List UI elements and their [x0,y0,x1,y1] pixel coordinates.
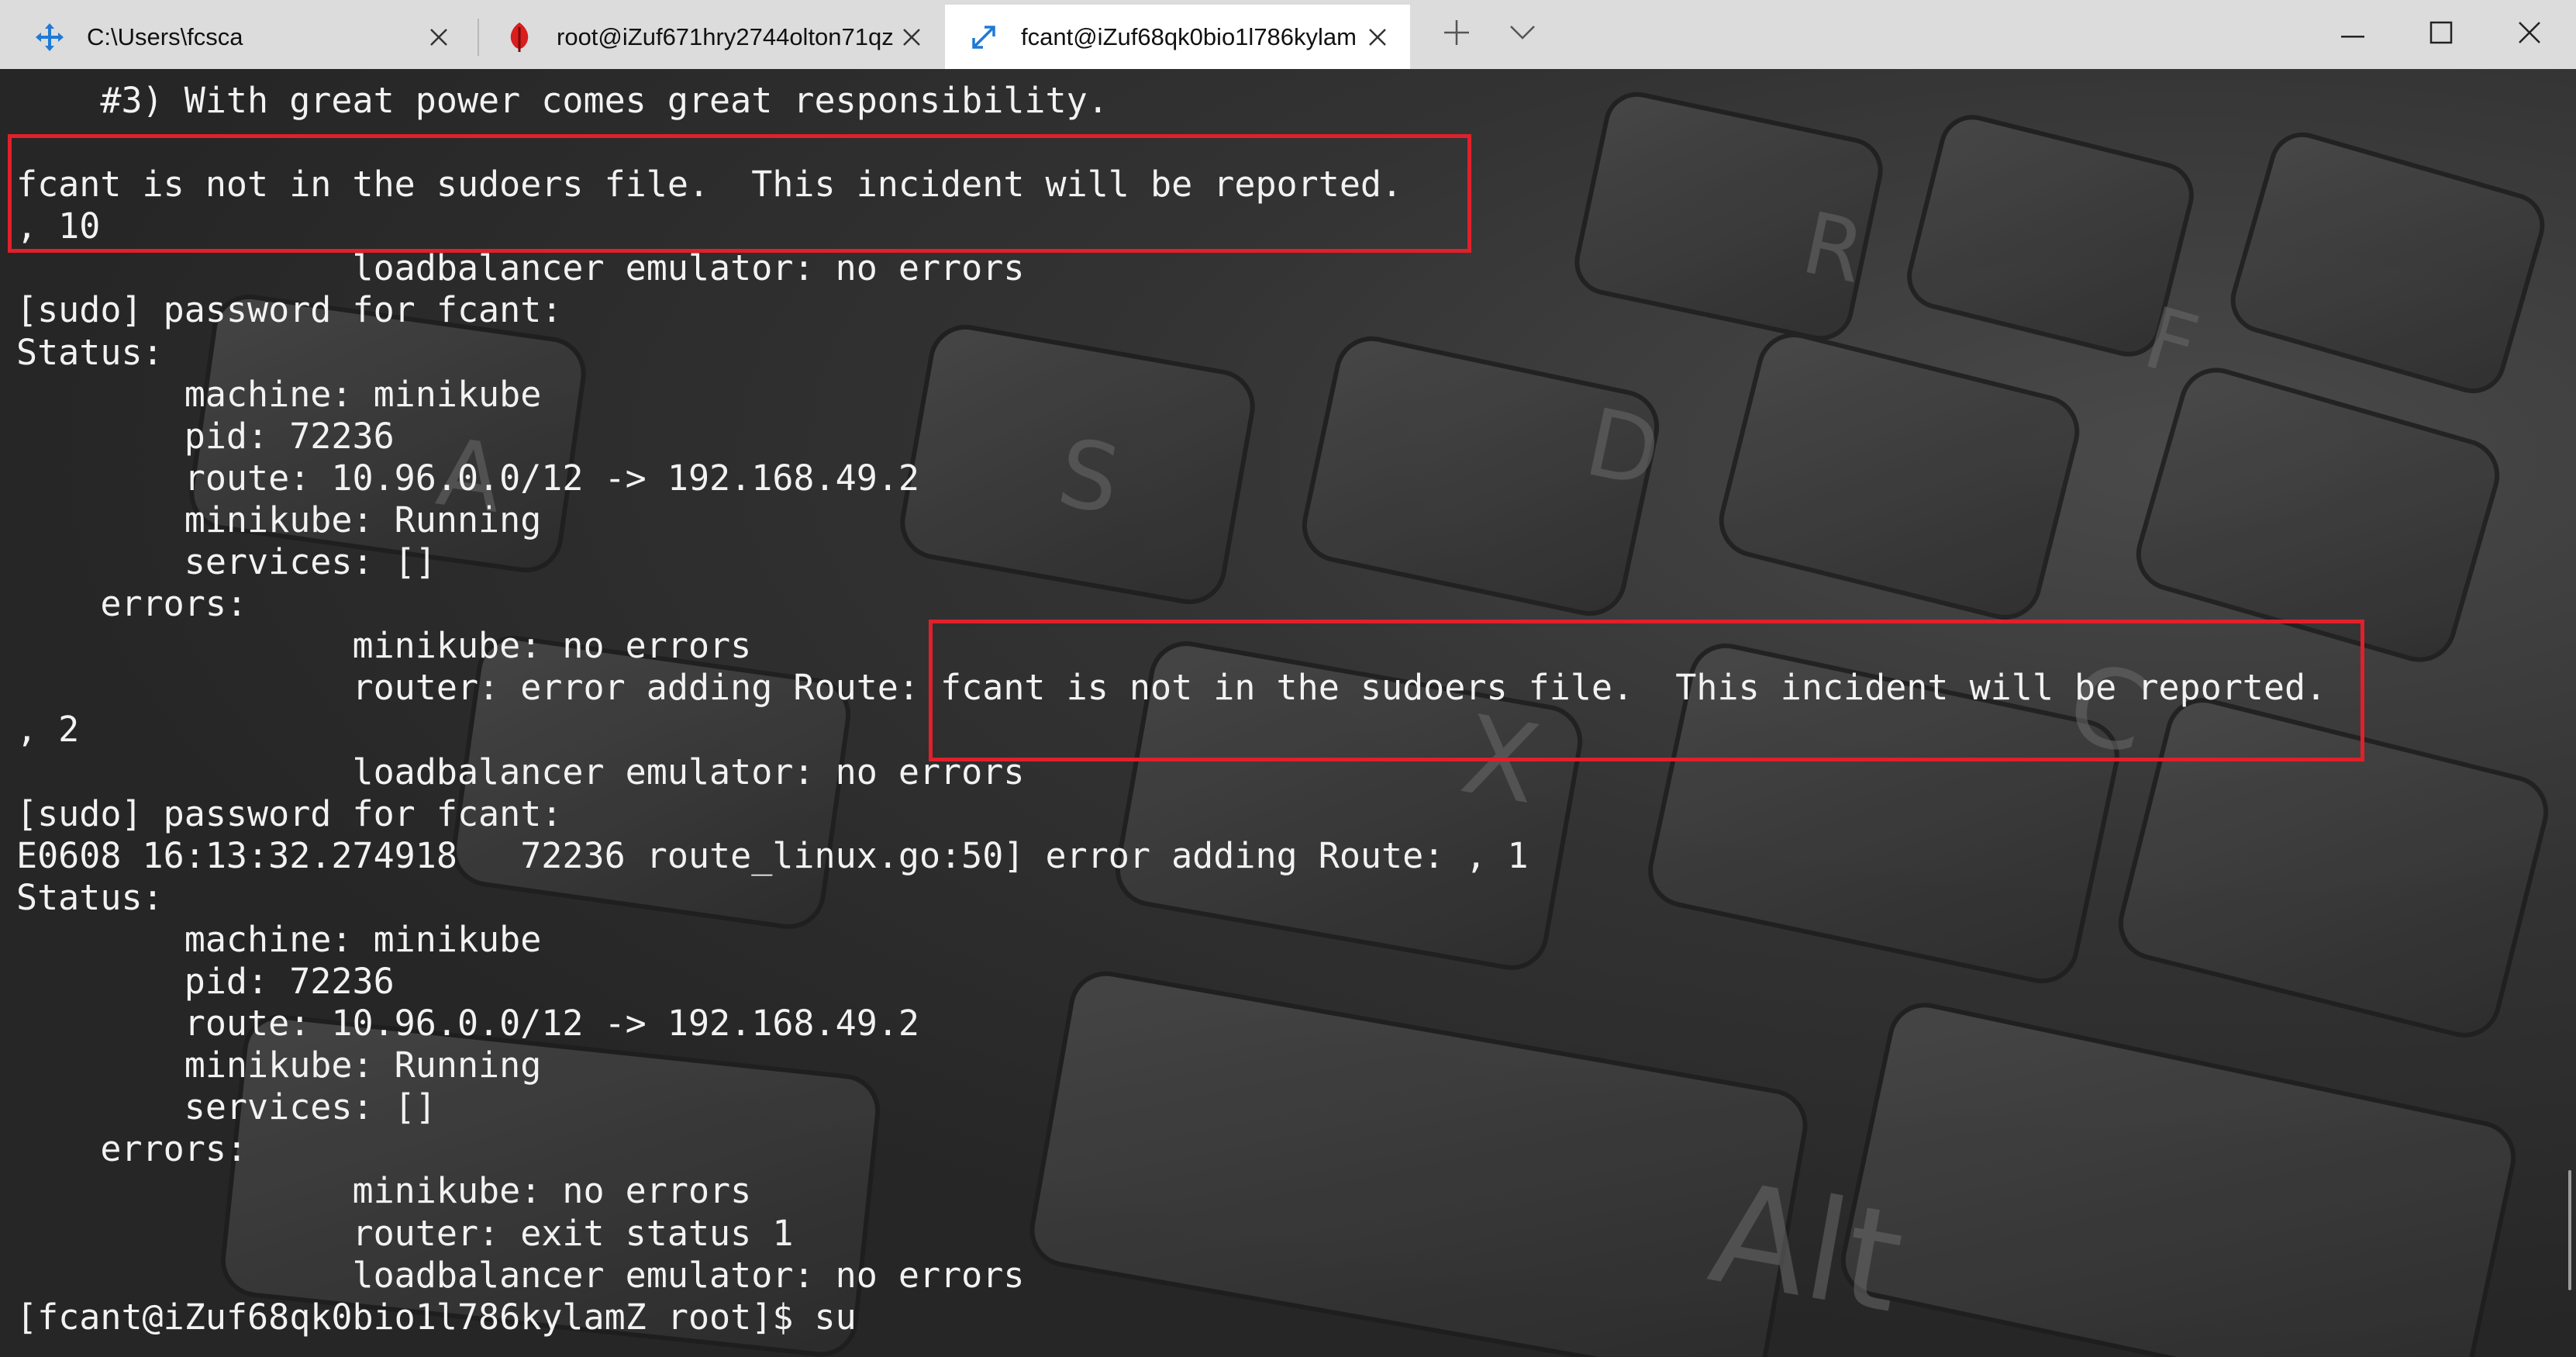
terminal-line: [fcant@iZuf68qk0bio1l786kylamZ root]$ su [16,1296,857,1338]
tab-cmd[interactable]: C:\Users\fcsca [0,5,471,69]
terminal-line: minikube: Running [16,1045,542,1086]
terminal-line: [sudo] password for fcant: [16,289,563,331]
terminal-line: errors: [16,1128,248,1170]
tab-root-ssh[interactable]: root@iZuf671hry2744olton71qz [479,5,944,69]
terminal-line: [sudo] password for fcant: [16,792,563,834]
terminal-line: loadbalancer emulator: no errors [16,247,1025,289]
terminal-line: services: [] [16,541,436,583]
title-bar: C:\Users\fcsca root@iZuf671hry2744olton7… [0,0,2576,69]
move-arrows-icon [33,20,67,54]
chevron-down-icon [1509,24,1536,45]
minimize-icon [2341,28,2364,42]
terminal-line: Status: [16,876,164,918]
terminal-line: E0608 16:13:32.274918 72236 route_linux.… [16,834,1529,876]
close-icon[interactable] [1362,22,1393,53]
terminal-line: minikube: no errors [16,1170,752,1212]
terminal-line: pid: 72236 [16,415,395,457]
red-leaf-icon [502,20,536,54]
terminal-line: loadbalancer emulator: no errors [16,1254,1025,1296]
terminal-line: Status: [16,331,164,373]
scrollbar-thumb[interactable] [2568,1170,2571,1290]
terminal-pane[interactable]: R F S D X C Alt A #3) With great power c… [0,69,2576,1357]
highlight-box-sudoers-error-2 [929,620,2364,761]
terminal-line: services: [] [16,1086,436,1128]
tab-dropdown-button[interactable] [1499,11,1546,57]
terminal-line: pid: 72236 [16,960,395,1002]
close-icon[interactable] [423,22,454,53]
terminal-line: router: exit status 1 [16,1212,794,1254]
terminal-line: route: 10.96.0.0/12 -> 192.168.49.2 [16,457,919,499]
resize-arrows-icon [967,20,1001,54]
tab-label: fcant@iZuf68qk0bio1l786kylam [1021,22,1357,50]
terminal-line: machine: minikube [16,373,542,415]
minimize-button[interactable] [2309,0,2397,69]
tab-fcant-ssh[interactable]: fcant@iZuf68qk0bio1l786kylam [945,5,1410,69]
close-icon[interactable] [896,22,927,53]
terminal-line: route: 10.96.0.0/12 -> 192.168.49.2 [16,1003,919,1045]
terminal-line: minikube: Running [16,499,542,540]
terminal-line: machine: minikube [16,918,542,960]
close-icon [2518,21,2541,48]
highlight-box-sudoers-error-1 [8,134,1471,253]
close-window-button[interactable] [2485,0,2574,69]
plus-icon [1443,19,1471,50]
new-tab-button[interactable] [1433,11,1480,57]
terminal-line: #3) With great power comes great respons… [16,80,1109,121]
maximize-icon [2429,21,2453,48]
tab-label: root@iZuf671hry2744olton71qz [557,22,894,50]
tab-label: C:\Users\fcsca [87,22,243,50]
maximize-button[interactable] [2397,0,2485,69]
